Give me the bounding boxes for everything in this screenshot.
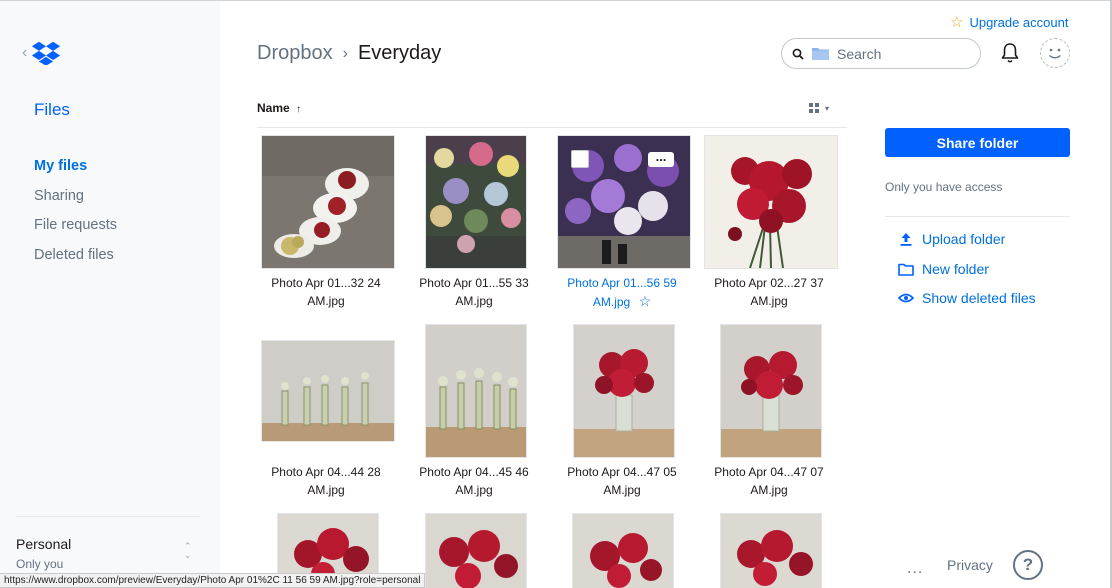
chevron-right-icon: › [342, 44, 348, 62]
privacy-link[interactable]: Privacy [947, 557, 993, 573]
show-deleted-files-label: Show deleted files [922, 290, 1036, 306]
star-outline-icon: ☆ [950, 14, 964, 31]
photo-thumbnail [426, 136, 526, 268]
sidebar-item-deleted-files[interactable]: Deleted files [34, 245, 117, 275]
photo-thumbnail[interactable] [721, 514, 821, 588]
file-name-line1: Photo Apr 01...56 59 [567, 276, 677, 290]
file-name-line2: AM.jpg [307, 294, 345, 308]
file-name-line2: AM.jpg [592, 295, 631, 309]
file-name-line1: Photo Apr 04...44 28 [271, 465, 381, 479]
breadcrumb-current: Everyday [357, 42, 442, 64]
account-switcher-icon[interactable]: ⌃ ⌄ [184, 542, 192, 560]
eye-icon [898, 290, 914, 306]
file-name[interactable]: Photo Apr 01...32 24 AM.jpg [252, 274, 400, 310]
star-outline-icon[interactable]: ☆ [639, 293, 652, 309]
sidebar-item-file-requests[interactable]: File requests [34, 215, 117, 245]
sidebar-nav: My files Sharing File requests Deleted f… [34, 156, 117, 274]
file-name[interactable]: Photo Apr 02...27 37 AM.jpg [695, 274, 843, 310]
file-name[interactable]: Photo Apr 04...47 05 AM.jpg [548, 463, 696, 499]
search-box[interactable] [781, 38, 981, 69]
file-name-line2: AM.jpg [455, 294, 493, 308]
view-toggle-button[interactable]: ▾ [809, 103, 829, 113]
folder-icon [898, 261, 914, 277]
file-name-line1: Photo Apr 01...32 24 [271, 276, 381, 290]
search-input[interactable] [837, 45, 957, 62]
file-name[interactable]: Photo Apr 01...56 59 AM.jpg ☆ [548, 274, 696, 311]
breadcrumb: Dropbox › Everyday [257, 42, 441, 65]
photo-thumbnail[interactable] [573, 514, 673, 588]
sidebar-divider [16, 516, 200, 517]
photo-thumbnail [262, 341, 394, 441]
sidebar-item-my-files[interactable]: My files [34, 156, 117, 186]
upload-folder-action[interactable]: Upload folder [898, 231, 1005, 247]
new-folder-action[interactable]: New folder [898, 261, 989, 277]
help-icon[interactable]: ? [1013, 550, 1043, 580]
access-info: Only you have access [885, 180, 1003, 194]
avatar[interactable] [1040, 38, 1070, 68]
photo-thumbnail [705, 136, 837, 268]
name-column-label: Name [257, 101, 290, 115]
file-tile[interactable]: Photo Apr 04...47 05 AM.jpg [553, 325, 687, 500]
bell-icon[interactable] [1000, 42, 1020, 64]
file-tile[interactable]: Photo Apr 01...55 33 AM.jpg [405, 136, 539, 311]
account-name[interactable]: Personal [16, 536, 71, 552]
select-checkbox[interactable] [571, 150, 589, 168]
file-name-line2: AM.jpg [750, 294, 788, 308]
file-name[interactable]: Photo Apr 01...55 33 AM.jpg [400, 274, 548, 310]
more-options-button[interactable]: ... [907, 560, 923, 578]
folder-scope-icon [812, 48, 829, 60]
upload-folder-label: Upload folder [922, 231, 1006, 247]
upgrade-account-label: Upgrade account [969, 14, 1069, 30]
caret-down-icon: ▾ [825, 103, 830, 113]
breadcrumb-root[interactable]: Dropbox [257, 42, 333, 65]
sidebar: ‹ Files My files Sharing File requests D… [0, 1, 220, 588]
photo-thumbnail [262, 136, 394, 268]
file-tile[interactable]: Photo Apr 04...47 07 AM.jpg [700, 325, 834, 500]
upload-icon [898, 231, 914, 247]
photo-thumbnail [426, 325, 526, 457]
chevron-left-icon: ‹ [22, 44, 28, 61]
show-deleted-files-action[interactable]: Show deleted files [898, 290, 1036, 306]
file-tile[interactable]: Photo Apr 01...32 24 AM.jpg [257, 136, 394, 311]
file-name[interactable]: Photo Apr 04...47 07 AM.jpg [695, 463, 843, 499]
file-tile[interactable]: Photo Apr 04...44 28 AM.jpg [257, 325, 394, 500]
file-name-line2: AM.jpg [455, 483, 493, 497]
file-tile[interactable]: Photo Apr 04...45 46 AM.jpg [405, 325, 539, 500]
file-name-line2: AM.jpg [307, 483, 345, 497]
panel-divider [885, 216, 1070, 217]
photo-thumbnail [721, 325, 821, 457]
dropbox-logo-icon [32, 41, 61, 65]
photo-thumbnail [574, 325, 674, 457]
file-name-line1: Photo Apr 02...27 37 [714, 276, 824, 290]
file-name-line1: Photo Apr 01...55 33 [419, 276, 529, 290]
list-divider [257, 127, 847, 128]
file-name[interactable]: Photo Apr 04...44 28 AM.jpg [252, 463, 400, 499]
dropbox-logo-link[interactable]: ‹ [22, 41, 61, 65]
sidebar-title[interactable]: Files [34, 100, 70, 120]
sort-arrow-icon: ↑ [296, 104, 302, 115]
file-name-line1: Photo Apr 04...47 05 [567, 465, 677, 479]
file-name-line2: AM.jpg [750, 483, 788, 497]
file-name[interactable]: Photo Apr 04...45 46 AM.jpg [400, 463, 548, 499]
sidebar-item-sharing[interactable]: Sharing [34, 186, 117, 216]
file-tile[interactable]: ... Photo Apr 01...56 59 AM.jpg ☆ [553, 136, 690, 311]
file-name-line1: Photo Apr 04...47 07 [714, 465, 824, 479]
browser-status-url: https://www.dropbox.com/preview/Everyday… [0, 573, 426, 588]
more-actions-button[interactable]: ... [648, 150, 674, 167]
file-name-line2: AM.jpg [603, 483, 641, 497]
account-subtitle: Only you [16, 557, 64, 571]
sort-by-name-header[interactable]: Name ↑ [257, 101, 301, 115]
grid-view-icon [809, 103, 819, 113]
photo-thumbnail[interactable] [426, 514, 526, 588]
search-icon [792, 48, 804, 60]
share-folder-button[interactable]: Share folder [885, 128, 1070, 157]
upgrade-account-link[interactable]: ☆ Upgrade account [950, 13, 1068, 31]
file-name-line1: Photo Apr 04...45 46 [419, 465, 529, 479]
file-name-line2-row: AM.jpg ☆ [548, 292, 696, 311]
file-tile[interactable]: Photo Apr 02...27 37 AM.jpg [700, 136, 837, 311]
new-folder-label: New folder [922, 261, 989, 277]
smiley-icon [1049, 48, 1061, 59]
